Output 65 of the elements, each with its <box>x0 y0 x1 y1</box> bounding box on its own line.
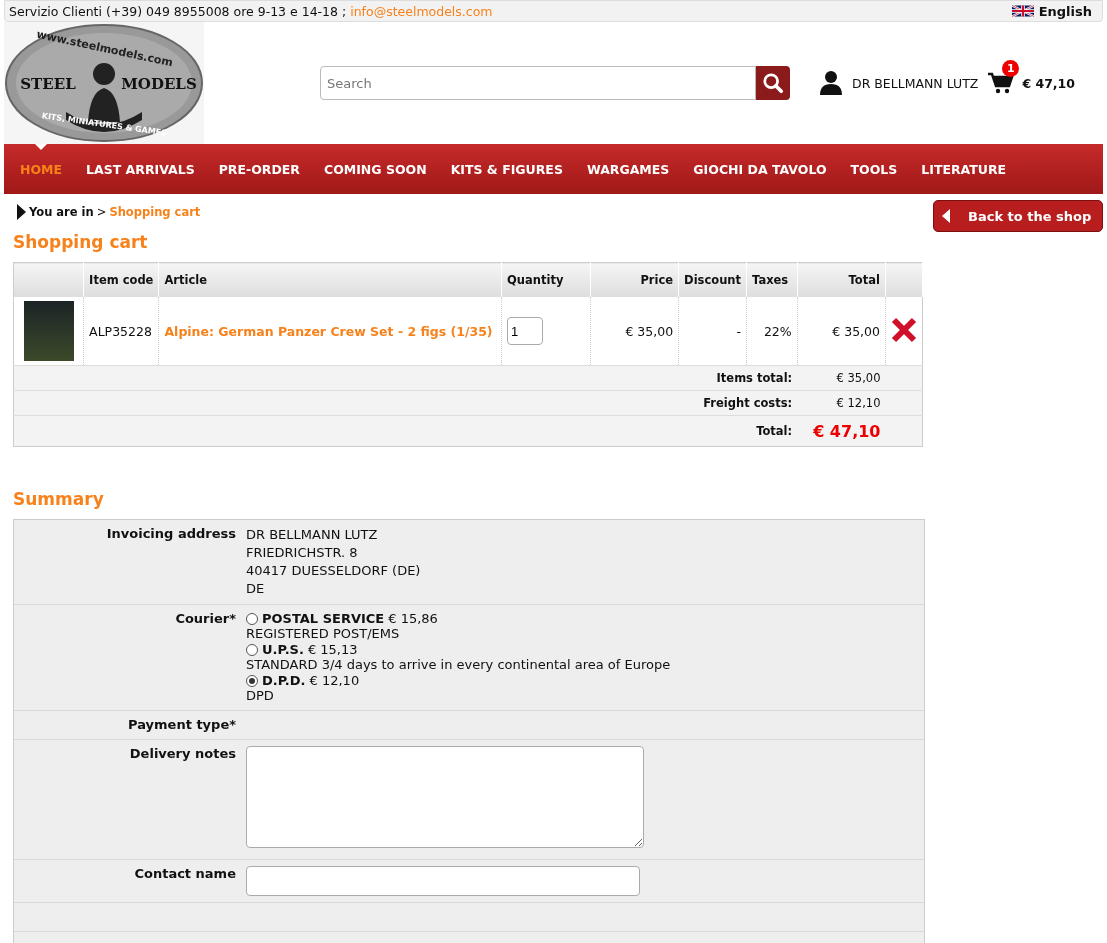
courier-price: € 15,86 <box>388 611 438 626</box>
arrow-icon <box>942 209 950 223</box>
nav-item[interactable]: WARGAMES <box>574 144 682 194</box>
search-button[interactable] <box>756 66 790 100</box>
radio-button[interactable] <box>246 612 258 625</box>
column-header: Item code <box>83 262 159 297</box>
nav-item[interactable]: LAST ARRIVALS <box>74 144 207 194</box>
total-value: € 47,10 <box>797 415 886 447</box>
search-icon <box>762 72 784 94</box>
back-button[interactable]: Back to the shop <box>933 200 1103 232</box>
courier-price: € 15,13 <box>307 642 358 657</box>
courier-note: STANDARD 3/4 days to arrive in every continental area of Europe <box>246 657 672 673</box>
cart-count-badge: 1 <box>1002 60 1020 77</box>
quantity-field[interactable]: 1 <box>507 317 544 345</box>
total-value: € 12,10 <box>797 390 886 416</box>
total-label: Total: <box>13 415 798 447</box>
address-line: 40417 DUESSELDORF (DE) <box>246 562 422 580</box>
breadcrumb-separator: > <box>96 205 107 219</box>
caret-icon <box>35 144 48 150</box>
language-link[interactable]: English <box>1011 3 1092 19</box>
service-info: Servizio Clienti (+39) 049 8955008 ore 9-13 e 14-18 ; <box>9 3 348 19</box>
courier-name: POSTAL SERVICE <box>262 611 385 626</box>
nav-item[interactable]: GIOCHI DA TAVOLO <box>681 144 839 194</box>
total-label: Freight costs: <box>13 390 798 416</box>
flag-icon <box>1011 4 1034 18</box>
section-title: Summary <box>13 489 105 509</box>
search-field[interactable]: Search <box>320 66 756 100</box>
column-header: Taxes <box>746 262 798 297</box>
nav-item[interactable]: PRE-ORDER <box>206 144 312 194</box>
notes-field[interactable] <box>246 746 644 848</box>
field-label: Delivery notes <box>128 746 237 763</box>
field-label: Courier* <box>174 611 237 628</box>
field-label: Invoicing address <box>105 526 237 543</box>
nav-item[interactable]: TOOLS <box>838 144 910 194</box>
field-label: Payment type* <box>127 717 237 733</box>
cart-icon[interactable] <box>988 72 1015 94</box>
column-header: Article <box>158 262 502 297</box>
cart-total[interactable]: € 47,10 <box>1022 75 1075 91</box>
nav-item[interactable]: COMING SOON <box>311 144 439 194</box>
arrow-icon <box>17 204 26 220</box>
input-field[interactable] <box>246 866 640 896</box>
column-header: Quantity <box>501 262 591 297</box>
total-label: Items total: <box>13 365 798 391</box>
page-title: Shopping cart <box>13 232 149 252</box>
courier-price: € 12,10 <box>309 673 360 688</box>
total-value: € 35,00 <box>797 365 886 391</box>
remove-icon[interactable] <box>890 316 917 343</box>
courier-note: DPD <box>246 688 275 704</box>
courier-name: D.P.D. <box>262 673 306 688</box>
radio-button[interactable] <box>246 643 258 656</box>
courier-name: U.P.S. <box>262 642 304 657</box>
user-name[interactable]: DR BELLMANN LUTZ <box>852 75 979 91</box>
radio-button[interactable] <box>246 674 258 687</box>
breadcrumb-label: You are in <box>29 205 94 219</box>
user-icon[interactable] <box>820 71 842 95</box>
column-header: Price <box>590 262 679 297</box>
column-header: Discount <box>678 262 747 297</box>
column-header: Total <box>797 262 886 297</box>
nav-item[interactable]: LITERATURE <box>909 144 1019 194</box>
nav-item[interactable]: KITS & FIGURES <box>438 144 575 194</box>
field-label: Contact name <box>133 866 237 883</box>
address-line: DE <box>246 580 266 598</box>
courier-note: REGISTERED POST/EMS <box>246 626 401 642</box>
address-line: DR BELLMANN LUTZ <box>246 526 379 544</box>
address-line: FRIEDRICHSTR. 8 <box>246 544 359 562</box>
